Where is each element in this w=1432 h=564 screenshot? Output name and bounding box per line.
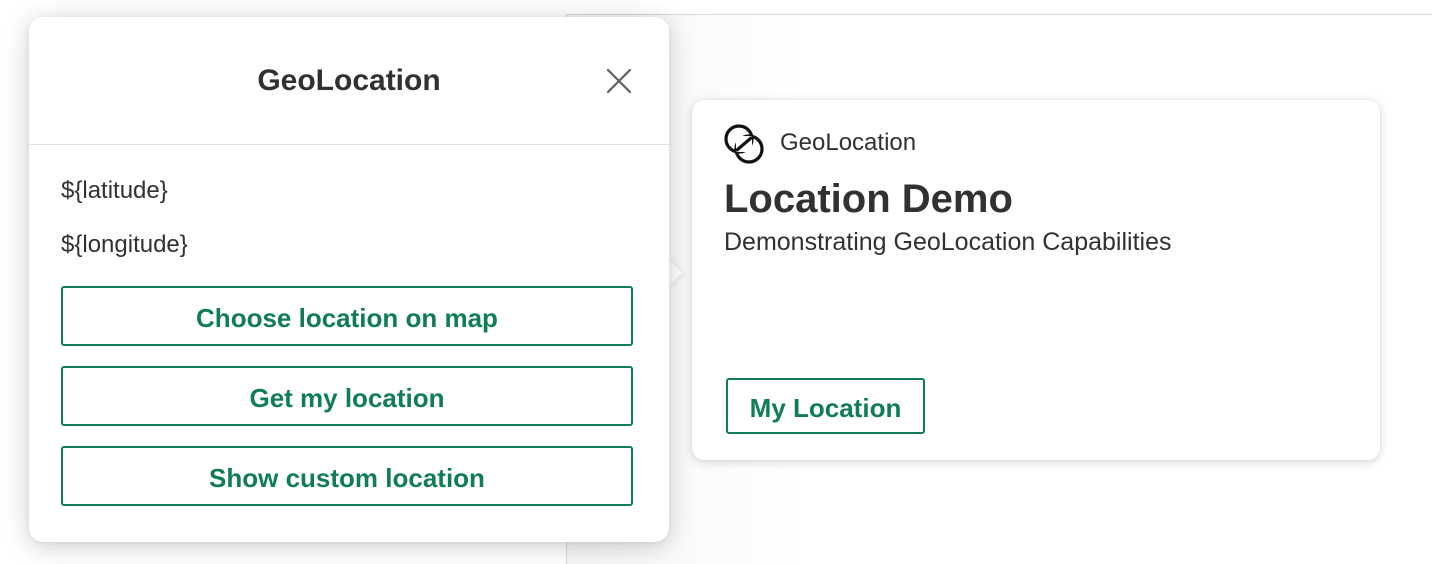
show-custom-location-button[interactable]: Show custom location [61,446,633,506]
popup-title: GeoLocation [257,64,441,97]
latitude-text: ${latitude} [61,177,168,204]
close-button[interactable] [605,67,633,95]
my-location-button[interactable]: My Location [726,378,925,434]
choose-location-on-map-button[interactable]: Choose location on map [61,286,633,346]
get-my-location-button[interactable]: Get my location [61,366,633,426]
geolocation-popup: GeoLocation ${latitude} ${longitude} Cho… [29,17,669,542]
card-subtitle: Demonstrating GeoLocation Capabilities [724,228,1172,256]
popup-body: ${latitude} ${longitude} Choose location… [61,177,637,506]
location-demo-card: GeoLocation Location Demo Demonstrating … [692,100,1380,460]
popup-header: GeoLocation [29,17,669,145]
loop-logo-icon [724,124,764,164]
close-icon [606,68,632,94]
card-title: Location Demo [724,177,1013,221]
longitude-text: ${longitude} [61,231,188,258]
app-name: GeoLocation [780,129,917,156]
